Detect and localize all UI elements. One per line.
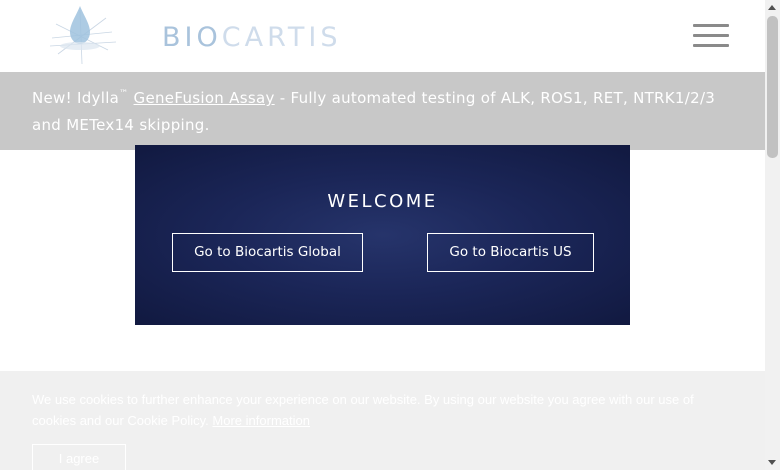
cookie-notice: We use cookies to further enhance your e…: [0, 371, 765, 476]
welcome-modal: WELCOME Go to Biocartis Global Go to Bio…: [135, 145, 630, 325]
go-to-global-button[interactable]: Go to Biocartis Global: [172, 233, 363, 272]
logo-text-bio: BIO: [162, 22, 222, 53]
genefusion-assay-link[interactable]: GeneFusion Assay: [134, 89, 275, 107]
cookie-text: We use cookies to further enhance your e…: [32, 389, 732, 431]
site-header: BIOCARTIS: [0, 0, 765, 72]
agree-button[interactable]: I agree: [32, 444, 126, 476]
logo-text: BIOCARTIS: [162, 22, 341, 53]
trademark-symbol: ™: [119, 89, 129, 99]
scroll-up-arrow-icon[interactable]: [768, 5, 776, 10]
drop-star-logo-icon: [49, 6, 117, 65]
hamburger-menu-icon[interactable]: [693, 24, 729, 48]
scroll-thumb[interactable]: [767, 16, 778, 158]
biocartis-logo[interactable]: BIOCARTIS: [46, 2, 337, 66]
announcement-banner: New! Idylla™ GeneFusion Assay - Fully au…: [0, 72, 765, 150]
banner-prefix: New! Idylla: [32, 89, 120, 107]
vertical-scrollbar[interactable]: [765, 0, 780, 470]
cookie-message: We use cookies to further enhance your e…: [32, 392, 694, 428]
go-to-us-button[interactable]: Go to Biocartis US: [427, 233, 594, 272]
more-information-link[interactable]: More information: [212, 413, 310, 428]
logo-text-cartis: CARTIS: [221, 22, 342, 53]
banner-text: New! Idylla™ GeneFusion Assay - Fully au…: [32, 85, 742, 139]
scroll-down-arrow-icon[interactable]: [768, 460, 776, 465]
modal-title: WELCOME: [327, 191, 438, 212]
